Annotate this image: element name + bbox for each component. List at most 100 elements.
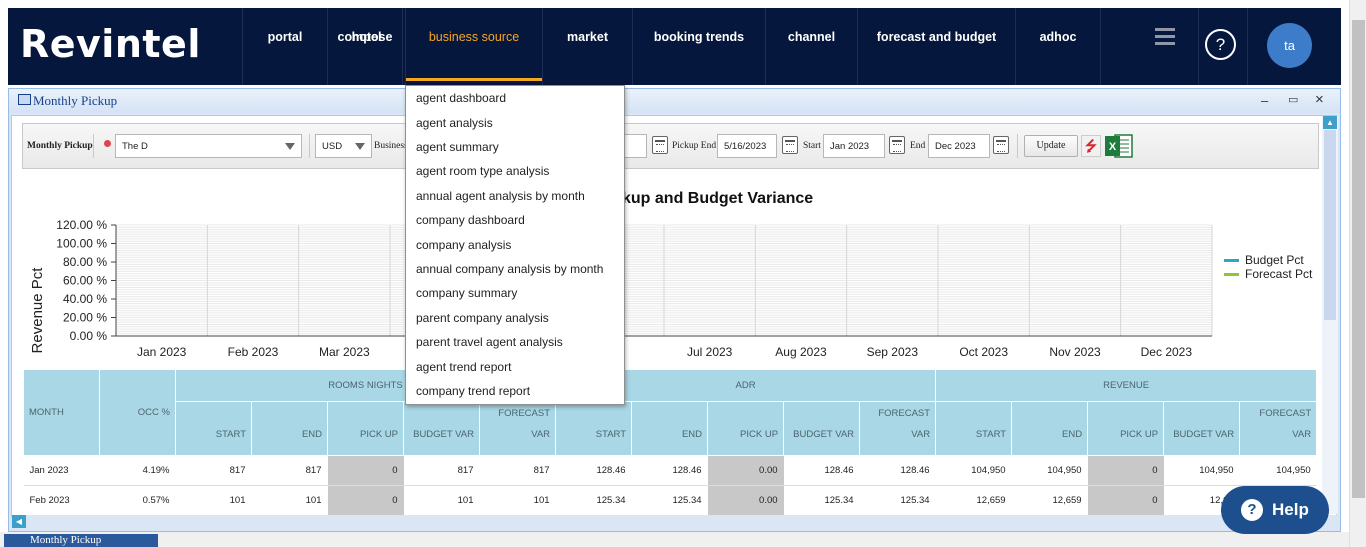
rn-pickup-header[interactable]: PICK UP xyxy=(327,401,404,456)
window-vertical-scrollbar[interactable]: ▲ xyxy=(1322,116,1338,514)
taskbar-tab[interactable]: Monthly Pickup xyxy=(4,534,158,547)
pdf-export-icon[interactable]: ⭍ xyxy=(1081,135,1101,157)
cell-rev-pickup: 0 xyxy=(1087,485,1164,515)
calendar-icon[interactable] xyxy=(993,136,1009,154)
rev-start-header[interactable]: START xyxy=(935,401,1013,456)
help-button[interactable]: ? Help xyxy=(1221,486,1329,534)
nav-channel[interactable]: channel xyxy=(766,8,858,85)
property-select[interactable]: The D xyxy=(115,134,302,158)
y-tick-label: 20.00 % xyxy=(63,311,107,325)
y-tick-label: 80.00 % xyxy=(63,255,107,269)
cell-occ: 0.57% xyxy=(99,485,176,515)
cell-adr-end: 128.46 xyxy=(631,455,708,486)
help-icon[interactable]: ? xyxy=(1205,29,1236,60)
rn-end-header[interactable]: END xyxy=(251,401,328,456)
cell-rev-start: 12,659 xyxy=(935,485,1012,515)
rev-budget-var-header[interactable]: BUDGET VAR xyxy=(1163,401,1241,456)
cell-month: Feb 2023 xyxy=(23,485,100,515)
calendar-icon[interactable] xyxy=(889,136,905,154)
excel-export-icon[interactable]: X xyxy=(1105,133,1133,159)
rev-forecast-var-header[interactable]: FORECAST VAR xyxy=(1239,401,1316,456)
menu-item-agent-trend-report[interactable]: agent trend report xyxy=(416,360,511,374)
adr-end-header[interactable]: END xyxy=(631,401,709,456)
adr-pickup-header[interactable]: PICK UP xyxy=(707,401,785,456)
nav-hotel-item[interactable]: hotel xyxy=(328,8,406,85)
y-tick-label: 60.00 % xyxy=(63,274,107,288)
cell-rev-pickup: 0 xyxy=(1087,455,1164,486)
window-titlebar[interactable]: Monthly Pickup – ▭ × xyxy=(9,89,1340,113)
close-icon[interactable]: × xyxy=(1315,91,1324,108)
avatar[interactable]: ta xyxy=(1267,23,1312,68)
scroll-left-icon[interactable]: ◀ xyxy=(12,515,26,528)
toolbar-separator xyxy=(309,134,310,158)
legend-label: Budget Pct xyxy=(1245,253,1304,267)
nav-market[interactable]: market xyxy=(543,8,633,85)
nav-adhoc[interactable]: adhoc xyxy=(1016,8,1101,85)
cell-rn-start: 817 xyxy=(175,455,252,486)
menu-item-company-trend-report[interactable]: company trend report xyxy=(416,384,530,398)
rn-start-header[interactable]: START xyxy=(175,401,252,456)
x-tick-label: Dec 2023 xyxy=(1141,345,1193,359)
end-label: End xyxy=(910,141,926,151)
nav-forecast-and-budget[interactable]: forecast and budget xyxy=(858,8,1016,85)
cell-adr-forecast-var: 125.34 xyxy=(859,485,936,515)
x-tick-label: Aug 2023 xyxy=(775,345,827,359)
cell-adr-budget-var: 128.46 xyxy=(783,455,860,486)
menu-item-annual-agent-analysis[interactable]: annual agent analysis by month xyxy=(416,189,585,203)
page-vertical-scrollbar[interactable] xyxy=(1349,0,1366,547)
minimize-icon[interactable]: – xyxy=(1261,93,1268,108)
month-header[interactable]: MONTH xyxy=(23,369,100,456)
menu-item-company-analysis[interactable]: company analysis xyxy=(416,238,511,252)
scroll-up-icon[interactable]: ▲ xyxy=(1323,116,1337,129)
y-axis-label: Revenue Pct xyxy=(29,267,46,354)
cell-adr-start: 128.46 xyxy=(555,455,632,486)
occ-header[interactable]: OCC % xyxy=(99,369,176,456)
legend-item-forecast-pct[interactable]: Forecast Pct xyxy=(1224,267,1312,281)
nav-portal[interactable]: portal xyxy=(243,8,328,85)
currency-select[interactable]: USD xyxy=(315,134,372,158)
adr-budget-var-header[interactable]: BUDGET VAR xyxy=(783,401,861,456)
nav-business-source[interactable]: business source xyxy=(406,8,543,85)
rn-forecast-var-header[interactable]: FORECAST VAR xyxy=(478,401,557,456)
rev-pickup-header[interactable]: PICK UP xyxy=(1087,401,1165,456)
scroll-thumb[interactable] xyxy=(1352,20,1365,498)
menu-item-agent-room-type-analysis[interactable]: agent room type analysis xyxy=(416,164,549,178)
menu-item-agent-dashboard[interactable]: agent dashboard xyxy=(416,91,506,105)
chevron-down-icon xyxy=(355,143,365,150)
pickup-end-input[interactable]: 5/16/2023 xyxy=(717,134,777,158)
end-input[interactable]: Dec 2023 xyxy=(928,134,990,158)
business-source-menu: agent dashboard agent analysis agent sum… xyxy=(405,85,625,405)
cell-rn-pickup: 0 xyxy=(327,485,404,515)
menu-icon[interactable] xyxy=(1155,28,1175,49)
cell-rn-forecast-var: 817 xyxy=(479,455,556,486)
start-label: Start xyxy=(803,141,821,151)
chart-title: kup and Budget Variance xyxy=(622,190,814,207)
nav-booking-trends[interactable]: booking trends xyxy=(633,8,766,85)
table-row: Jan 2023 4.19% 817 817 0 817 817 128.46 … xyxy=(23,455,1316,486)
rev-end-header[interactable]: END xyxy=(1011,401,1089,456)
rn-budget-var-header[interactable]: BUDGET VAR xyxy=(403,401,480,456)
maximize-icon[interactable]: ▭ xyxy=(1288,93,1298,106)
update-button[interactable]: Update xyxy=(1024,135,1078,157)
calendar-icon[interactable] xyxy=(782,136,798,154)
scroll-thumb[interactable] xyxy=(1324,130,1336,320)
y-tick-label: 120.00 % xyxy=(56,218,107,232)
adr-start-header[interactable]: START xyxy=(555,401,633,456)
legend-item-budget-pct[interactable]: Budget Pct xyxy=(1224,253,1312,267)
menu-item-parent-travel-agent-analysis[interactable]: parent travel agent analysis xyxy=(416,335,563,349)
menu-item-company-dashboard[interactable]: company dashboard xyxy=(416,213,525,227)
menu-item-parent-company-analysis[interactable]: parent company analysis xyxy=(416,311,549,325)
adr-forecast-var-header[interactable]: FORECAST VAR xyxy=(859,401,937,456)
x-tick-label: Feb 2023 xyxy=(228,345,279,359)
start-input[interactable]: Jan 2023 xyxy=(823,134,885,158)
revenue-group: REVENUE xyxy=(935,369,1316,402)
cell-rev-end: 12,659 xyxy=(1011,485,1088,515)
menu-item-company-summary[interactable]: company summary xyxy=(416,286,517,300)
menu-item-annual-company-analysis[interactable]: annual company analysis by month xyxy=(416,262,603,276)
cell-rev-start: 104,950 xyxy=(935,455,1012,486)
app-logo[interactable]: Revintel xyxy=(20,22,201,66)
calendar-icon[interactable] xyxy=(652,136,668,154)
window-horizontal-scrollbar[interactable]: ◀ xyxy=(12,515,1338,528)
menu-item-agent-summary[interactable]: agent summary xyxy=(416,140,499,154)
menu-item-agent-analysis[interactable]: agent analysis xyxy=(416,116,493,130)
